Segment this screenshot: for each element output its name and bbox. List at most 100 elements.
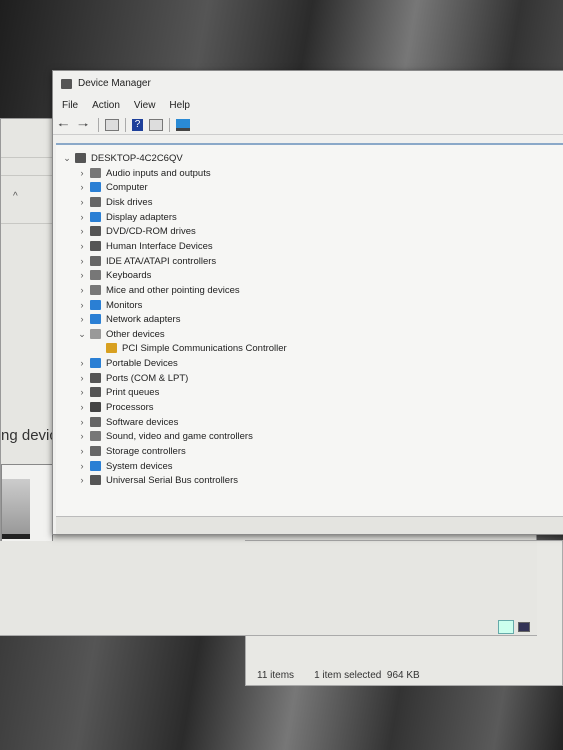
help-icon[interactable]: ? (132, 118, 143, 131)
expand-chevron-icon[interactable]: › (77, 182, 87, 192)
device-manager-icon (61, 78, 72, 89)
tree-node-label: Computer (106, 181, 148, 193)
back-icon[interactable]: 🠐 (58, 119, 72, 131)
tree-item[interactable]: › Print queues (77, 385, 160, 399)
forward-icon[interactable]: 🠒 (78, 119, 92, 131)
tree-item[interactable]: › Ports (COM & LPT) (77, 371, 189, 385)
tree-item[interactable]: › Portable Devices (77, 356, 178, 370)
tree-node-label: Portable Devices (106, 357, 178, 369)
expand-chevron-icon[interactable]: › (77, 226, 87, 236)
tree-item[interactable]: › Software devices (77, 415, 179, 429)
system-icon (90, 461, 101, 471)
device-tree[interactable]: ⌄ DESKTOP-4C2C6QV › Audio inputs and output… (56, 143, 563, 516)
status-bar (56, 516, 563, 534)
tree-item[interactable]: › Audio inputs and outputs (77, 166, 211, 180)
expand-chevron-icon[interactable]: › (77, 168, 87, 178)
tree-item[interactable]: › Mice and other pointing devices (77, 283, 240, 297)
tree-node-label: Display adapters (106, 211, 177, 223)
expand-chevron-icon[interactable]: › (77, 461, 87, 471)
chevron-up-icon[interactable]: ^ (13, 191, 18, 202)
tree-item[interactable]: › Processors (77, 400, 154, 414)
warning-device-icon (106, 343, 117, 353)
window-title: Device Manager (78, 78, 151, 89)
usb-icon (90, 475, 101, 485)
tree-item[interactable]: › Human Interface Devices (77, 239, 213, 253)
disk-icon (90, 197, 101, 207)
expand-chevron-icon[interactable]: › (77, 431, 87, 441)
properties-icon[interactable] (105, 118, 119, 131)
other-devices-icon (90, 329, 101, 339)
tree-item[interactable]: › Universal Serial Bus controllers (77, 473, 239, 487)
speaker-icon (90, 168, 101, 178)
menu-view[interactable]: View (134, 100, 156, 111)
tree-node-label: DVD/CD-ROM drives (106, 225, 196, 237)
tree-item[interactable]: › IDE ATA/ATAPI controllers (77, 254, 217, 268)
explorer-status-bar: 11 items 1 item selected 964 KB (257, 670, 420, 681)
divider (1, 157, 53, 158)
tree-root[interactable]: ⌄ DESKTOP-4C2C6QV (62, 151, 183, 165)
expand-chevron-icon[interactable]: › (77, 417, 87, 427)
expand-chevron-icon[interactable]: › (77, 475, 87, 485)
tree-node-label: IDE ATA/ATAPI controllers (106, 255, 217, 267)
expand-chevron-icon[interactable]: › (77, 402, 87, 412)
expand-chevron-icon[interactable]: › (77, 387, 87, 397)
portable-icon (90, 358, 101, 368)
menu-file[interactable]: File (62, 100, 78, 111)
network-icon (90, 314, 101, 324)
tree-item-child[interactable]: PCI Simple Communications Controller (93, 341, 287, 355)
dvd-icon (90, 226, 101, 236)
monitor-icon (90, 300, 101, 310)
expand-chevron-icon[interactable]: › (77, 358, 87, 368)
tree-node-label: Processors (106, 401, 154, 413)
mouse-icon (90, 285, 101, 295)
device-manager-window: Device Manager File Action View Help 🠐 🠒 ? … (52, 70, 563, 535)
hid-icon (90, 241, 101, 251)
monitor-icon[interactable] (176, 118, 190, 131)
expand-chevron-icon[interactable]: › (77, 256, 87, 266)
tree-item[interactable]: › Network adapters (77, 312, 181, 326)
tree-item[interactable]: › Disk drives (77, 195, 153, 209)
port-icon (90, 373, 101, 383)
tree-node-label: Monitors (106, 299, 143, 311)
details-view-icon[interactable] (498, 620, 514, 634)
tree-item[interactable]: › Display adapters (77, 210, 177, 224)
tree-item[interactable]: › Keyboards (77, 268, 152, 282)
tree-item[interactable]: › Monitors (77, 298, 143, 312)
tree-node-label: Audio inputs and outputs (106, 167, 211, 179)
expand-chevron-icon[interactable]: › (77, 241, 87, 251)
expand-chevron-icon[interactable]: › (77, 197, 87, 207)
partial-heading: ng devic (1, 427, 57, 444)
expand-chevron-icon[interactable]: › (77, 373, 87, 383)
tree-node-label: Ports (COM & LPT) (106, 372, 189, 384)
title-bar: Device Manager (53, 71, 563, 96)
software-icon (90, 417, 101, 427)
ide-icon (90, 256, 101, 266)
large-icons-view-icon[interactable] (518, 622, 530, 632)
expand-chevron-icon[interactable]: › (77, 270, 87, 280)
tree-node-label: Print queues (106, 386, 160, 398)
menu-action[interactable]: Action (92, 100, 120, 111)
tree-item[interactable]: › Computer (77, 180, 148, 194)
selection-size: 964 KB (386, 670, 420, 681)
tree-node-label: Mice and other pointing devices (106, 284, 240, 296)
expand-chevron-icon[interactable]: › (77, 212, 87, 222)
tree-item[interactable]: › DVD/CD-ROM drives (77, 224, 196, 238)
menu-help[interactable]: Help (169, 100, 190, 111)
expand-chevron-icon[interactable]: › (77, 446, 87, 456)
update-driver-icon[interactable] (149, 118, 163, 131)
collapse-chevron-icon[interactable]: ⌄ (77, 329, 87, 340)
tree-item[interactable]: › Sound, video and game controllers (77, 429, 253, 443)
tree-item[interactable]: › System devices (77, 459, 173, 473)
expand-chevron-icon[interactable]: › (77, 300, 87, 310)
tree-item[interactable]: › Storage controllers (77, 444, 186, 458)
tree-node-label: Keyboards (106, 269, 152, 281)
keyboard-icon (90, 270, 101, 280)
tree-item[interactable]: ⌄ Other devices (77, 327, 164, 341)
tree-node-label: System devices (106, 460, 173, 472)
tree-node-label: PCI Simple Communications Controller (122, 342, 287, 354)
tree-node-label: Human Interface Devices (106, 240, 213, 252)
expand-chevron-icon[interactable]: › (77, 285, 87, 295)
tree-node-label: DESKTOP-4C2C6QV (91, 152, 183, 164)
expand-chevron-icon[interactable]: › (77, 314, 87, 324)
collapse-chevron-icon[interactable]: ⌄ (62, 153, 72, 164)
